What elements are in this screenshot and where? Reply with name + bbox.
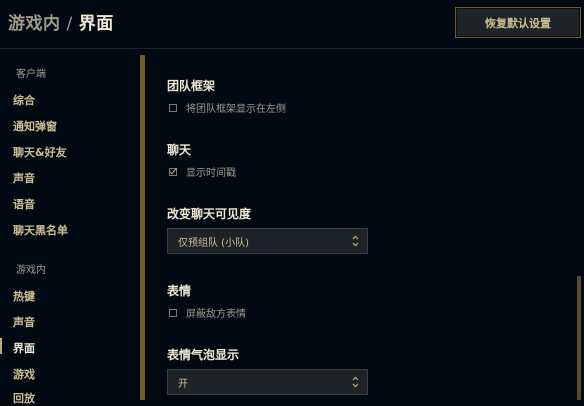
sidebar-item-notifications[interactable]: 通知弹窗 bbox=[13, 118, 57, 134]
header: 游戏内 / 界面 恢复默认设置 bbox=[0, 0, 584, 49]
select-chevrons-icon bbox=[352, 376, 359, 388]
sidebar-section-client: 客户端 bbox=[16, 69, 46, 80]
chat-visibility-select[interactable]: 仅预组队 (小队) bbox=[167, 228, 368, 254]
sidebar-item-hotkeys[interactable]: 热键 bbox=[13, 288, 35, 304]
sidebar-item-chat-friends[interactable]: 聊天&好友 bbox=[13, 144, 67, 160]
sidebar-scrollbar[interactable] bbox=[140, 55, 145, 400]
emotes-title: 表情 bbox=[167, 284, 192, 298]
sidebar-item-general[interactable]: 综合 bbox=[13, 92, 35, 108]
chat-visibility-title: 改变聊天可见度 bbox=[167, 207, 252, 221]
sidebar-item-replays[interactable]: 回放 bbox=[13, 390, 35, 406]
sidebar-item-sound-ingame[interactable]: 声音 bbox=[13, 314, 35, 330]
emote-bubble-title: 表情气泡显示 bbox=[167, 348, 240, 362]
select-value: 开 bbox=[178, 378, 188, 390]
checkbox-label: 将团队框架显示在左侧 bbox=[186, 104, 286, 115]
select-chevrons-icon bbox=[352, 235, 359, 247]
team-frame-title: 团队框架 bbox=[167, 79, 216, 93]
sidebar-item-chat-blocklist[interactable]: 聊天黑名单 bbox=[13, 222, 68, 238]
sidebar-item-interface[interactable]: 界面 bbox=[13, 340, 35, 356]
emote-bubble-select[interactable]: 开 bbox=[167, 369, 368, 395]
checkbox-label: 屏蔽敌方表情 bbox=[186, 309, 246, 320]
sidebar-item-game[interactable]: 游戏 bbox=[13, 366, 35, 382]
chat-title: 聊天 bbox=[167, 143, 192, 157]
checkbox-box-checked[interactable] bbox=[169, 167, 177, 176]
sidebar-section-ingame: 游戏内 bbox=[16, 265, 46, 276]
checkbox-box[interactable] bbox=[169, 308, 177, 317]
sidebar-item-sound-client[interactable]: 声音 bbox=[13, 170, 35, 186]
checkbox-box[interactable] bbox=[169, 103, 177, 112]
mute-enemy-emotes-checkbox[interactable]: 屏蔽敌方表情 bbox=[169, 305, 246, 320]
breadcrumb-current: 界面 bbox=[78, 14, 114, 34]
breadcrumb-parent[interactable]: 游戏内 bbox=[8, 14, 61, 34]
show-timestamps-checkbox[interactable]: 显示时间戳 bbox=[169, 164, 236, 179]
restore-defaults-button[interactable]: 恢复默认设置 bbox=[455, 7, 581, 38]
checkbox-label: 显示时间戳 bbox=[186, 168, 236, 179]
breadcrumb-separator: / bbox=[66, 14, 73, 34]
content-scrollbar[interactable] bbox=[577, 276, 581, 400]
sidebar-active-indicator bbox=[0, 338, 2, 354]
breadcrumb: 游戏内 / 界面 bbox=[8, 9, 114, 34]
team-frame-left-checkbox[interactable]: 将团队框架显示在左侧 bbox=[169, 100, 286, 115]
sidebar-item-voice[interactable]: 语音 bbox=[13, 196, 35, 212]
select-value: 仅预组队 (小队) bbox=[178, 237, 249, 249]
